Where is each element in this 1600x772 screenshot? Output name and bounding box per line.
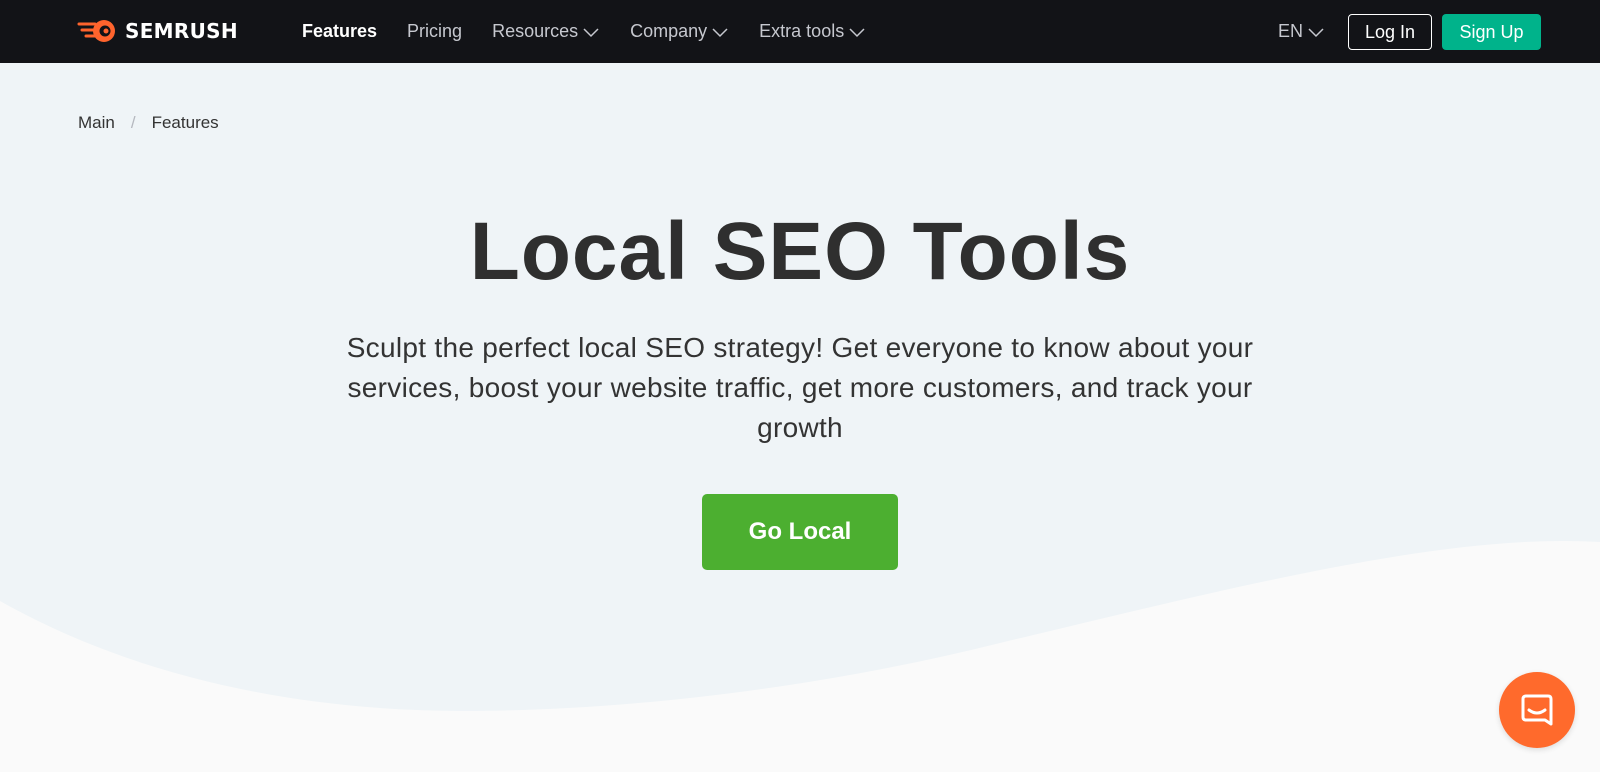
chevron-down-icon <box>712 27 728 37</box>
main-nav: Features Pricing Resources Company Extra… <box>302 0 896 63</box>
nav-item-label: Resources <box>492 21 579 41</box>
nav-item-extra-tools[interactable]: Extra tools <box>759 21 866 42</box>
chat-launcher-button[interactable] <box>1499 672 1575 748</box>
brand-name: SEMRUSH <box>125 19 238 43</box>
login-button[interactable]: Log In <box>1348 14 1432 50</box>
nav-item-label: Pricing <box>407 21 463 41</box>
go-local-button[interactable]: Go Local <box>702 494 898 570</box>
breadcrumb-separator: / <box>130 113 136 132</box>
top-navbar: SEMRUSH Features Pricing Resources Compa… <box>0 0 1600 63</box>
nav-item-label: Company <box>630 21 708 41</box>
semrush-logo-icon <box>77 20 115 42</box>
chevron-down-icon <box>1308 27 1324 37</box>
hero-subtitle: Sculpt the perfect local SEO strategy! G… <box>346 332 1254 443</box>
nav-item-resources[interactable]: Resources <box>492 21 600 42</box>
nav-item-company[interactable]: Company <box>630 21 729 42</box>
nav-item-features[interactable]: Features <box>302 21 377 42</box>
page-title: Local SEO Tools <box>469 206 1131 297</box>
page: SEMRUSH Features Pricing Resources Compa… <box>0 0 1600 772</box>
breadcrumb-item-features: Features <box>151 113 219 132</box>
nav-item-label: Extra tools <box>759 21 845 41</box>
nav-item-label: Features <box>302 21 378 41</box>
nav-item-pricing[interactable]: Pricing <box>407 21 462 42</box>
chat-bubble-icon <box>1521 694 1553 726</box>
breadcrumb: Main / Features <box>78 113 219 133</box>
language-selector[interactable]: EN <box>1278 0 1325 63</box>
semrush-logo[interactable]: SEMRUSH <box>77 17 238 45</box>
chevron-down-icon <box>849 27 865 37</box>
signup-button[interactable]: Sign Up <box>1442 14 1541 50</box>
language-label: EN <box>1278 21 1304 41</box>
chevron-down-icon <box>583 27 599 37</box>
breadcrumb-item-main[interactable]: Main <box>78 113 115 133</box>
